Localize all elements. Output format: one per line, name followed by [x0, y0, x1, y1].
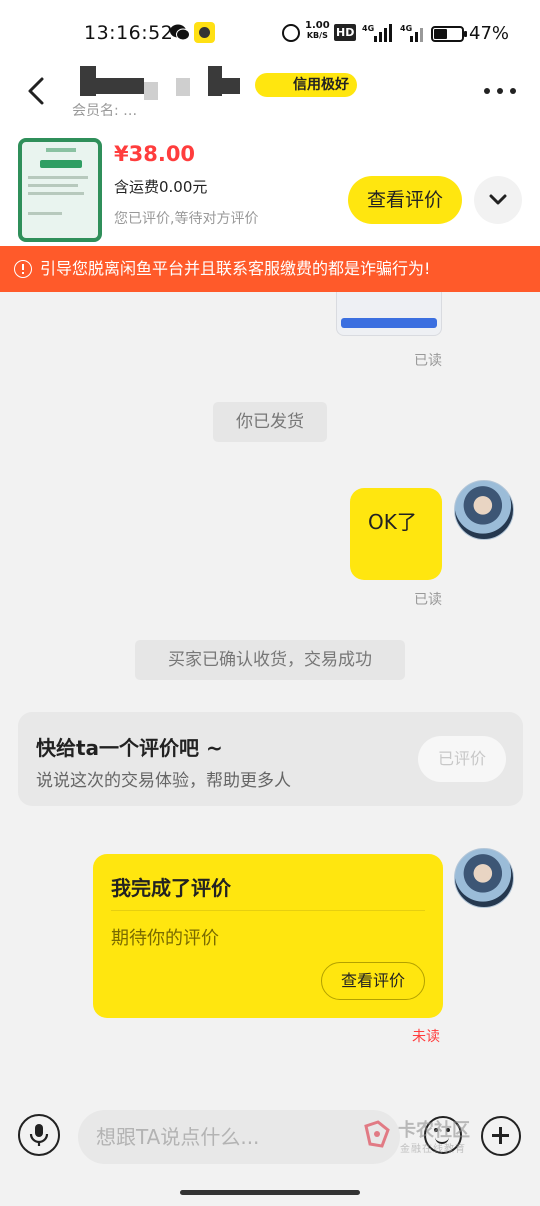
plus-circle-icon[interactable]: [481, 1116, 521, 1156]
microphone-icon: [29, 1124, 49, 1146]
review-prompt-title: 快给ta一个评价吧 ~: [36, 736, 223, 760]
home-indicator[interactable]: [180, 1190, 360, 1195]
avatar[interactable]: [454, 848, 514, 908]
read-status: 已读: [414, 592, 442, 608]
expand-button[interactable]: [474, 176, 522, 224]
status-time: 13:16:52: [84, 22, 174, 44]
voice-button[interactable]: [18, 1114, 60, 1156]
message-input[interactable]: [78, 1110, 400, 1164]
message-bubble: OK了: [350, 488, 442, 580]
avatar[interactable]: [454, 480, 514, 540]
signal-4g-icon: 4G: [362, 24, 392, 42]
review-prompt-subtitle: 说说这次的交易体验，帮助更多人: [36, 771, 291, 791]
alarm-icon: [282, 24, 300, 42]
review-prompt-card: 快给ta一个评价吧 ~ 说说这次的交易体验，帮助更多人 已评价: [18, 712, 523, 806]
reviewed-button[interactable]: 已评价: [418, 736, 506, 782]
system-message-shipped: 你已发货: [213, 402, 327, 442]
review-complete-card[interactable]: 我完成了评价 期待你的评价 查看评价: [93, 854, 443, 1018]
watermark-subtitle: 金融在线教育: [400, 1144, 466, 1155]
battery-percent: 47%: [469, 23, 510, 44]
svg-text:4G: 4G: [400, 24, 412, 33]
net-speed-unit: KB/S: [306, 31, 328, 40]
wechat-icon: [170, 24, 190, 41]
net-speed-value: 1.00: [305, 20, 330, 31]
fraud-warning-text: 引导您脱离闲鱼平台并且联系客服缴费的都是诈骗行为!: [40, 259, 431, 278]
view-review-card-button[interactable]: 查看评价: [321, 962, 425, 1000]
watermark: 卡农社区 金融在线教育: [362, 1116, 482, 1156]
product-price: ¥38.00: [114, 142, 196, 166]
watermark-title: 卡农社区: [398, 1120, 470, 1141]
product-card[interactable]: ¥38.00 含运费0.00元 您已评价,等待对方评价 查看评价: [0, 116, 540, 246]
read-status: 已读: [414, 353, 442, 369]
hd-badge: HD: [334, 24, 357, 41]
divider: [111, 910, 425, 911]
product-thumbnail[interactable]: [18, 138, 102, 242]
alert-circle-icon: [14, 260, 32, 278]
chat-header: 信用极好 会员名: …: [0, 64, 540, 119]
view-review-button[interactable]: 查看评价: [348, 176, 462, 224]
review-card-subtitle: 期待你的评价: [111, 928, 219, 949]
more-dots-icon[interactable]: [484, 88, 516, 96]
app-notification-icon: [194, 22, 215, 43]
battery-icon: [431, 26, 467, 42]
fraud-warning-banner: 引导您脱离闲鱼平台并且联系客服缴费的都是诈骗行为!: [0, 246, 540, 292]
back-arrow-icon[interactable]: [24, 76, 48, 106]
signal-4g-icon: 4G: [400, 24, 423, 42]
status-bar: 13:16:52 1.00 KB/S HD 4G 4G 47%: [0, 0, 540, 64]
net-speed: 1.00 KB/S: [305, 21, 330, 41]
watermark-logo: [364, 1120, 390, 1148]
svg-text:4G: 4G: [362, 24, 374, 33]
unread-status: 未读: [412, 1029, 440, 1045]
credit-badge: 信用极好: [255, 73, 357, 97]
product-shipping: 含运费0.00元: [114, 178, 208, 196]
chevron-down-icon: [489, 194, 507, 205]
review-status-hint: 您已评价,等待对方评价: [114, 211, 259, 227]
system-message-confirmed: 买家已确认收货，交易成功: [135, 640, 405, 680]
review-card-title: 我完成了评价: [111, 876, 231, 900]
previous-image-message[interactable]: [336, 292, 442, 336]
